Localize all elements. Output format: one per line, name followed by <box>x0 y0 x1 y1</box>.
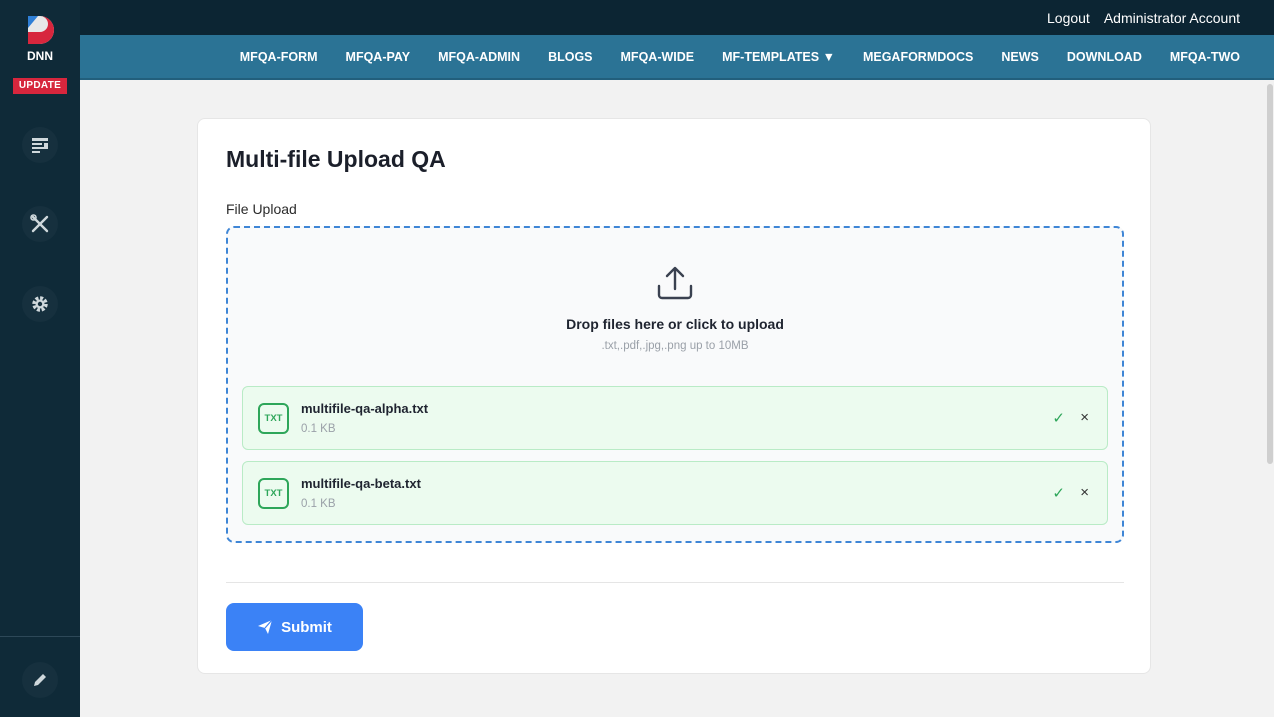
dropzone-hint: .txt,.pdf,.jpg,.png up to 10MB <box>601 340 749 352</box>
settings-icon <box>32 296 48 312</box>
sidebar: DNN UPDATE <box>0 0 80 717</box>
nav-item-news[interactable]: NEWS <box>987 50 1053 64</box>
check-icon: ✓ <box>1052 485 1065 502</box>
account-link[interactable]: Administrator Account <box>1104 10 1240 26</box>
top-bar: Logout Administrator Account <box>80 0 1274 35</box>
check-icon: ✓ <box>1052 410 1065 427</box>
upload-icon <box>657 266 693 300</box>
nav-item-mfqa-wide[interactable]: MFQA-WIDE <box>607 50 709 64</box>
submit-label: Submit <box>281 618 332 636</box>
file-item: TXT multifile-qa-alpha.txt 0.1 KB ✓ × <box>242 386 1108 450</box>
tools-button[interactable] <box>22 206 58 242</box>
submit-button[interactable]: Submit <box>226 603 363 651</box>
logout-link[interactable]: Logout <box>1047 10 1090 26</box>
dnn-logo[interactable]: DNN <box>20 14 60 64</box>
file-name: multifile-qa-alpha.txt <box>301 401 429 416</box>
nav-item-mf-templates[interactable]: MF-TEMPLATES ▼ <box>708 50 849 64</box>
sidebar-divider <box>0 636 80 637</box>
file-name: multifile-qa-beta.txt <box>301 476 421 491</box>
logo-text: DNN <box>27 49 53 63</box>
content-icon <box>32 138 48 153</box>
scrollbar-thumb[interactable] <box>1267 84 1273 464</box>
nav-item-mfqa-form[interactable]: MFQA-FORM <box>226 50 332 64</box>
form-card: Multi-file Upload QA File Upload Drop fi… <box>197 118 1151 674</box>
dropzone-title: Drop files here or click to upload <box>566 316 784 332</box>
nav-item-download[interactable]: DOWNLOAD <box>1053 50 1156 64</box>
file-size: 0.1 KB <box>301 498 336 510</box>
nav-item-mfqa-pay[interactable]: MFQA-PAY <box>332 50 425 64</box>
nav-item-megaformdocs[interactable]: MEGAFORMDOCS <box>849 50 987 64</box>
update-badge[interactable]: UPDATE <box>13 78 67 94</box>
edit-button[interactable] <box>22 662 58 698</box>
file-item: TXT multifile-qa-beta.txt 0.1 KB ✓ × <box>242 461 1108 525</box>
tools-icon <box>30 214 49 233</box>
remove-file-button[interactable]: × <box>1080 409 1089 426</box>
file-upload-label: File Upload <box>226 201 297 217</box>
file-type-icon: TXT <box>258 478 289 509</box>
nav-item-mfqa-admin[interactable]: MFQA-ADMIN <box>424 50 534 64</box>
form-divider <box>226 582 1124 583</box>
file-type-icon: TXT <box>258 403 289 434</box>
file-size: 0.1 KB <box>301 423 336 435</box>
nav-item-blogs[interactable]: BLOGS <box>534 50 606 64</box>
file-dropzone[interactable]: Drop files here or click to upload .txt,… <box>226 226 1124 543</box>
remove-file-button[interactable]: × <box>1080 484 1089 501</box>
send-icon <box>258 619 273 634</box>
settings-button[interactable] <box>22 286 58 322</box>
nav-item-mfqa-two[interactable]: MFQA-TWO <box>1156 50 1254 64</box>
content-button[interactable] <box>22 127 58 163</box>
edit-icon <box>34 674 46 686</box>
main-nav: MFQA-FORM MFQA-PAY MFQA-ADMIN BLOGS MFQA… <box>80 35 1274 80</box>
form-title: Multi-file Upload QA <box>226 146 446 172</box>
